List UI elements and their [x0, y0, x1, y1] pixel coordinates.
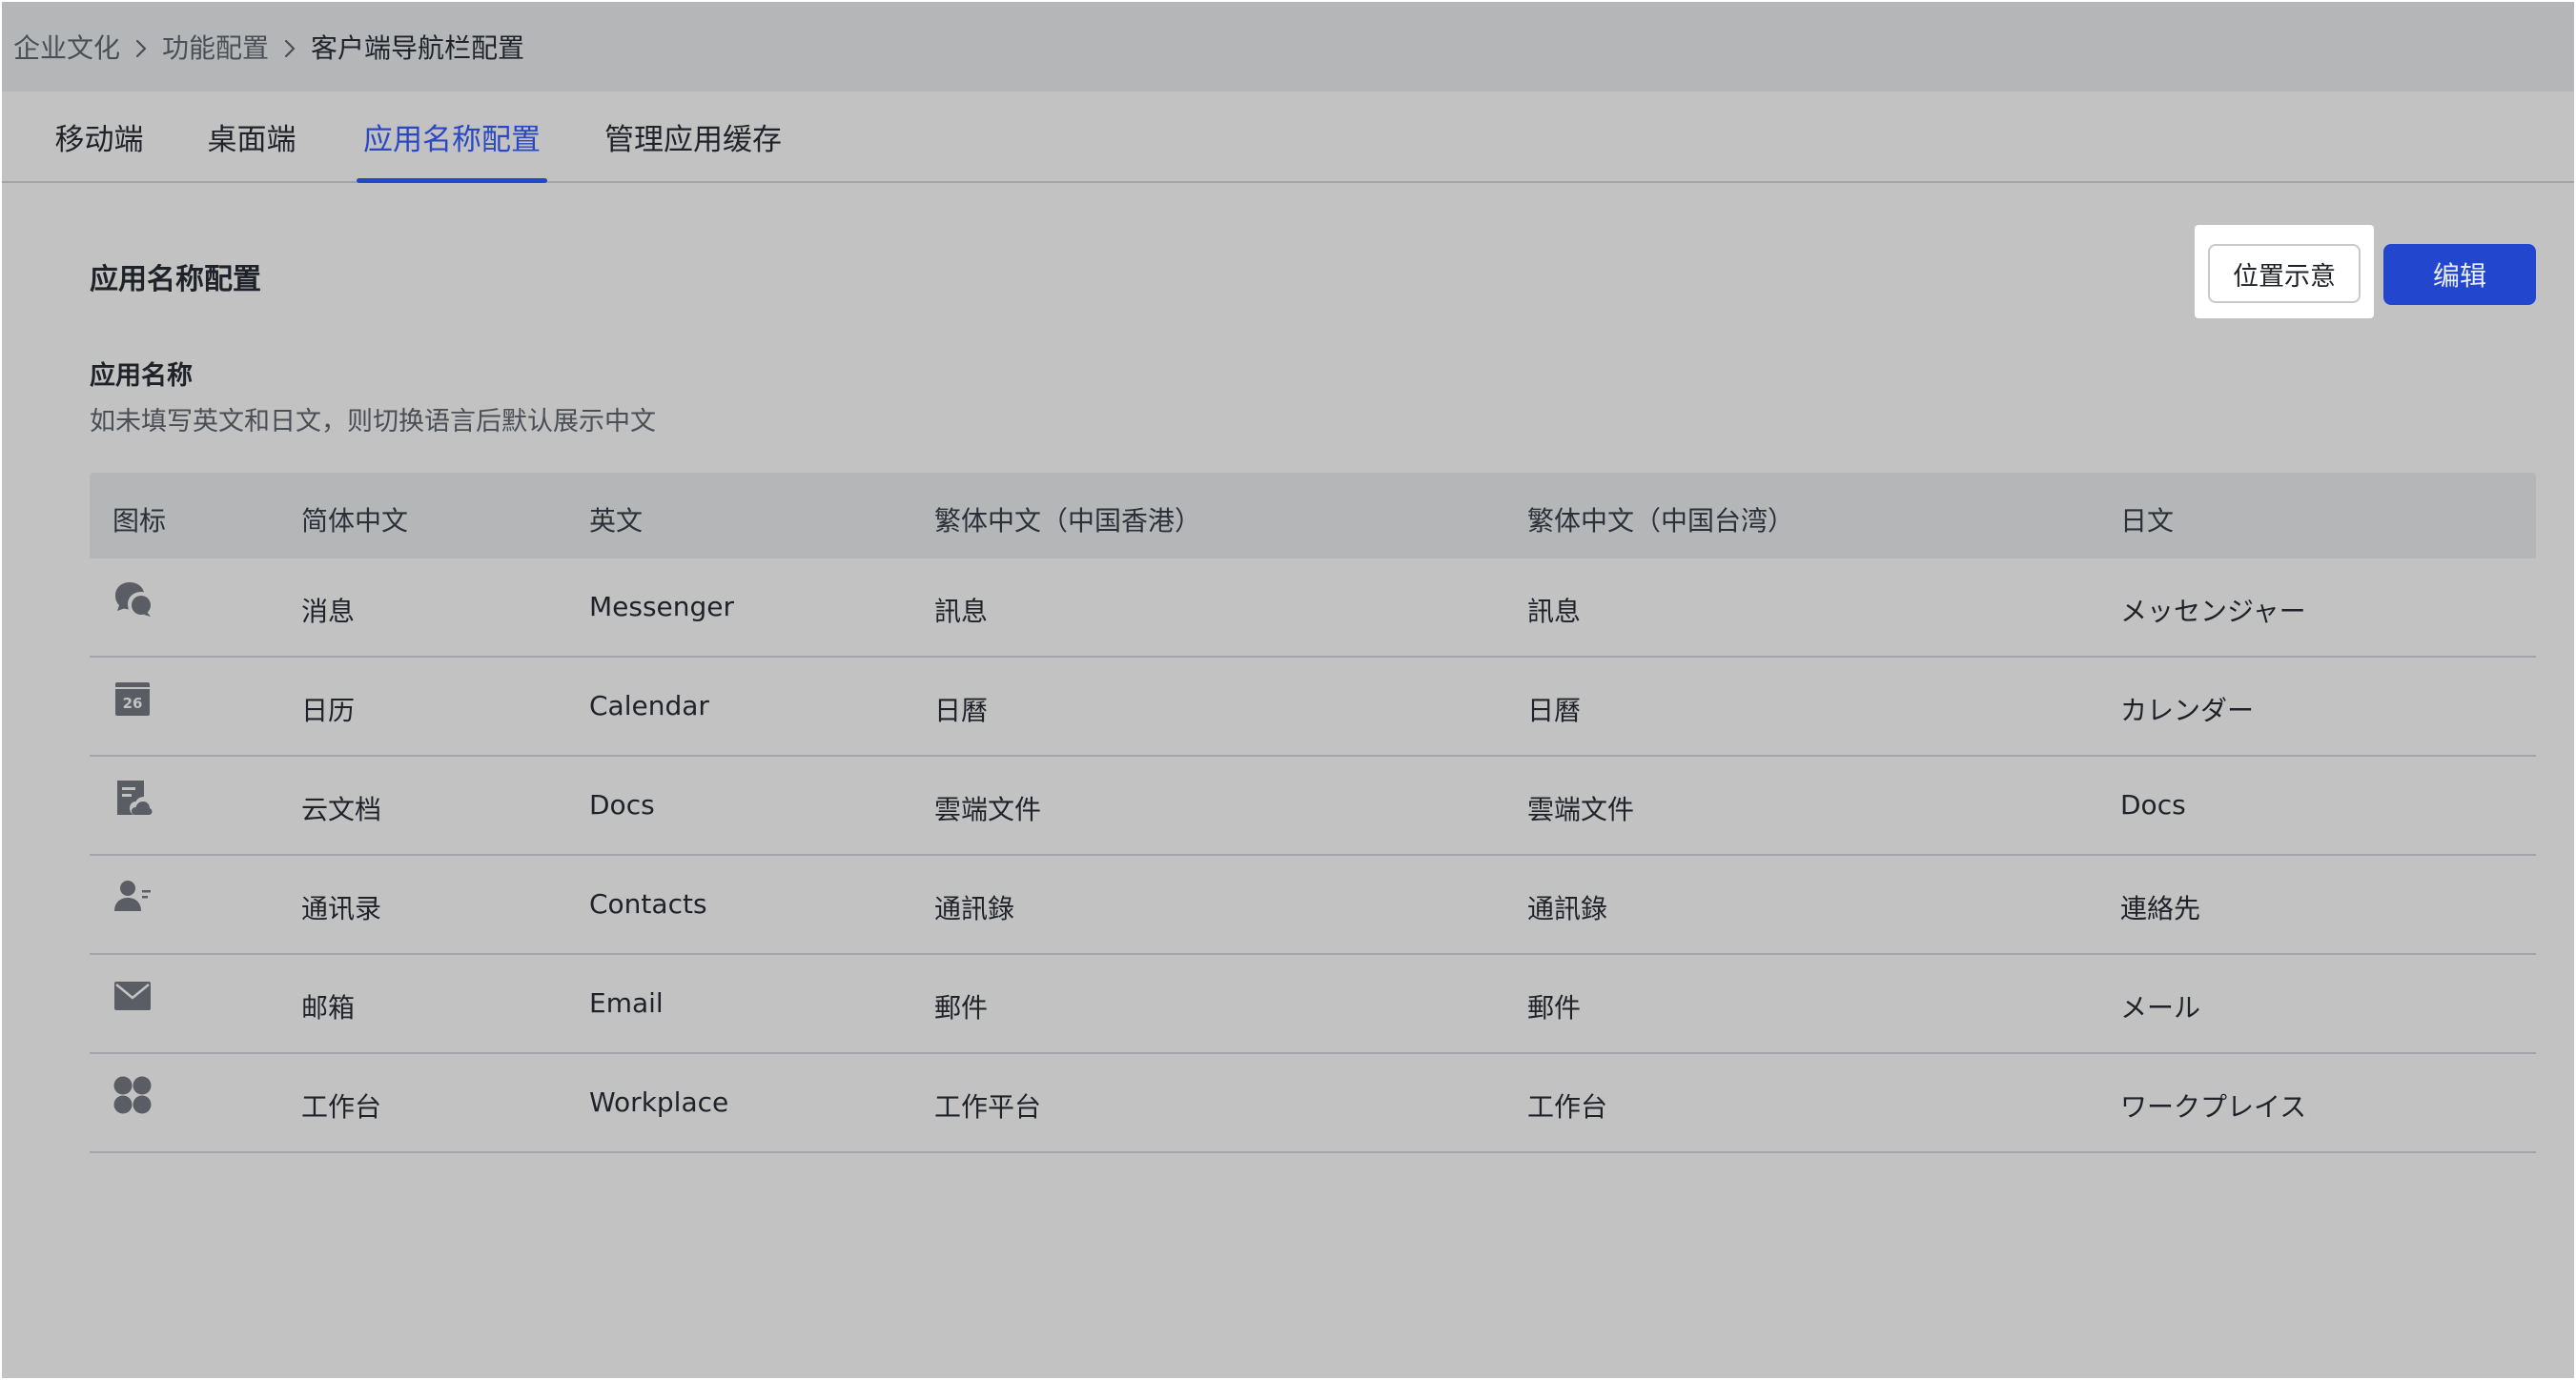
column-header-english: 英文	[589, 505, 644, 537]
column-header-simplified-chinese: 简体中文	[301, 505, 409, 537]
cell-ja: 連絡先	[2120, 893, 2201, 924]
cell-en: Email	[589, 987, 664, 1019]
field-hint: 如未填写英文和日文，则切换语言后默认展示中文	[90, 407, 656, 436]
column-header-traditional-tw: 繁体中文（中国台湾）	[1527, 505, 1795, 537]
docs-icon	[112, 778, 153, 818]
cell-tw: 通訊錄	[1527, 893, 1608, 924]
cell-zh: 消息	[301, 596, 356, 627]
edit-button[interactable]: 编辑	[2383, 244, 2536, 305]
cell-tw: 郵件	[1527, 992, 1582, 1024]
breadcrumb-item-features[interactable]: 功能配置	[162, 28, 269, 66]
cell-tw: 工作台	[1527, 1091, 1608, 1123]
chevron-right-icon	[269, 31, 311, 63]
cell-en: Contacts	[589, 888, 707, 920]
cell-ja: メッセンジャー	[2120, 596, 2306, 627]
cell-zh: 工作台	[301, 1091, 382, 1123]
table-row: 邮箱 Email 郵件 郵件 メール	[90, 955, 2536, 1054]
cell-tw: 訊息	[1527, 596, 1582, 627]
cell-ja: ワークプレイス	[2120, 1091, 2307, 1123]
breadcrumb-item-culture[interactable]: 企业文化	[13, 28, 120, 66]
column-header-japanese: 日文	[2120, 505, 2175, 537]
app-frame: 企业文化 功能配置 客户端导航栏配置 移动端 桌面端 应用名称配置 管理应用缓存…	[0, 0, 2576, 1380]
cell-en: Messenger	[589, 591, 735, 622]
table-row: 消息 Messenger 訊息 訊息 メッセンジャー	[90, 558, 2536, 658]
cell-zh: 邮箱	[301, 992, 356, 1024]
cell-ja: メール	[2120, 992, 2201, 1024]
workplace-icon	[112, 1075, 153, 1115]
column-header-traditional-hk: 繁体中文（中国香港）	[934, 505, 1202, 537]
cell-hk: 訊息	[934, 596, 989, 627]
section-title: 应用名称配置	[90, 263, 261, 296]
table-row: 云文档 Docs 雲端文件 雲端文件 Docs	[90, 757, 2536, 856]
tab-app-name-config[interactable]: 应用名称配置	[357, 91, 547, 183]
cell-zh: 日历	[301, 695, 356, 726]
field-label: 应用名称	[90, 361, 193, 391]
tab-desktop[interactable]: 桌面端	[204, 91, 299, 181]
breadcrumb: 企业文化 功能配置 客户端导航栏配置	[2, 2, 2574, 91]
cell-en: Calendar	[589, 690, 709, 721]
cell-ja: Docs	[2120, 789, 2186, 821]
calendar-icon: 26	[112, 679, 153, 719]
cell-tw: 日曆	[1527, 695, 1582, 726]
email-icon	[112, 976, 153, 1016]
cell-zh: 云文档	[301, 794, 382, 825]
table-row: 26 日历 Calendar 日曆 日曆 カレンダー	[90, 658, 2536, 757]
position-preview-button[interactable]: 位置示意	[2208, 244, 2361, 303]
cell-hk: 工作平台	[934, 1091, 1042, 1123]
app-name-table: 图标 简体中文 英文 繁体中文（中国香港） 繁体中文（中国台湾） 日文 消息 M…	[90, 473, 2536, 1153]
cell-tw: 雲端文件	[1527, 794, 1635, 825]
table-row: 通讯录 Contacts 通訊錄 通訊錄 連絡先	[90, 856, 2536, 955]
tab-mobile[interactable]: 移动端	[51, 91, 147, 181]
column-header-icon: 图标	[112, 505, 167, 537]
cell-hk: 通訊錄	[934, 893, 1015, 924]
tab-bar: 移动端 桌面端 应用名称配置 管理应用缓存	[2, 91, 2574, 183]
table-row: 工作台 Workplace 工作平台 工作台 ワークプレイス	[90, 1054, 2536, 1153]
table-header: 图标 简体中文 英文 繁体中文（中国香港） 繁体中文（中国台湾） 日文	[90, 473, 2536, 558]
cell-ja: カレンダー	[2120, 695, 2255, 726]
tab-app-cache[interactable]: 管理应用缓存	[601, 91, 786, 181]
contacts-icon	[112, 877, 153, 917]
calendar-icon-date: 26	[123, 695, 143, 712]
cell-hk: 郵件	[934, 992, 989, 1024]
messenger-icon	[112, 579, 153, 619]
cell-hk: 日曆	[934, 695, 989, 726]
cell-hk: 雲端文件	[934, 794, 1042, 825]
breadcrumb-item-navbar-config: 客户端导航栏配置	[311, 32, 525, 64]
cell-zh: 通讯录	[301, 893, 382, 924]
chevron-right-icon	[120, 31, 162, 63]
cell-en: Docs	[589, 789, 655, 821]
cell-en: Workplace	[589, 1086, 729, 1118]
